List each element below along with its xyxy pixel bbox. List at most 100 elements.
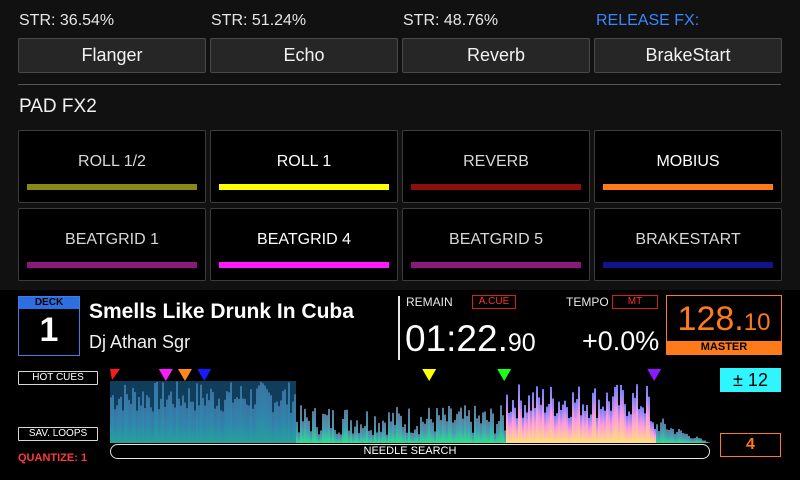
waveform-bar	[554, 415, 556, 443]
hot-cue-marker[interactable]	[422, 369, 437, 381]
waveform-overview[interactable]	[110, 368, 710, 443]
waveform-bar	[656, 424, 658, 443]
waveform-bar	[590, 414, 592, 443]
waveform-bar	[322, 413, 324, 443]
waveform-bar	[382, 420, 384, 443]
waveform-bar	[626, 415, 628, 443]
waveform-bar	[384, 422, 386, 443]
waveform-bar	[616, 384, 618, 443]
key-display[interactable]: ± 12	[720, 368, 781, 392]
waveform-bar	[470, 421, 472, 443]
hot-cue-marker[interactable]	[178, 369, 192, 381]
waveform-bar	[644, 413, 646, 443]
fx-button-flanger[interactable]: Flanger	[18, 38, 206, 73]
waveform-bar	[416, 425, 418, 443]
waveform-bar	[548, 403, 550, 443]
waveform-bar	[488, 421, 490, 443]
quantize-label: QUANTIZE: 1	[18, 452, 88, 464]
pad-label: BEATGRID 4	[257, 231, 351, 248]
waveform-bar	[706, 441, 708, 443]
hot-cues-button[interactable]: HOT CUES	[18, 371, 98, 385]
waveform-bar	[338, 432, 340, 443]
waveform-bar	[670, 428, 672, 443]
waveform-bar	[314, 408, 316, 443]
waveform-bar	[682, 432, 684, 443]
fx-button-echo[interactable]: Echo	[210, 38, 398, 73]
waveform-bar	[582, 404, 584, 443]
pad-color-bar	[411, 262, 581, 268]
waveform-bar	[704, 440, 706, 443]
waveform-bar	[578, 386, 580, 443]
waveform-bar	[398, 413, 400, 443]
master-tempo-badge[interactable]: MT	[612, 295, 658, 309]
waveform-bar	[512, 400, 514, 443]
pad-color-bar	[27, 184, 197, 190]
waveform-bar	[686, 433, 688, 443]
pad-brakestart[interactable]: BRAKESTART	[594, 208, 782, 281]
pad-mobius[interactable]: MOBIUS	[594, 130, 782, 203]
pad-color-bar	[411, 184, 581, 190]
waveform-bar	[452, 422, 454, 443]
waveform-bar	[568, 418, 570, 443]
remaining-time: 01:22.90	[405, 318, 536, 360]
waveform-bar	[666, 429, 668, 443]
waveform-bar	[618, 405, 620, 443]
waveform-bar	[550, 386, 552, 443]
pad-color-bar	[27, 262, 197, 268]
waveform-bar	[348, 430, 350, 443]
fx-button-reverb[interactable]: Reverb	[402, 38, 590, 73]
waveform-bar	[414, 429, 416, 443]
waveform-bar	[518, 384, 520, 443]
release-fx-button[interactable]: BrakeStart	[594, 38, 782, 73]
pad-roll-half[interactable]: ROLL 1/2	[18, 130, 206, 203]
waveform-bar	[524, 404, 526, 443]
hot-cue-marker[interactable]	[497, 369, 512, 381]
waveform-bar	[454, 420, 456, 443]
waveform-bar	[580, 415, 582, 443]
waveform-bar	[674, 433, 676, 443]
waveform-bar	[332, 410, 334, 443]
needle-search-bar[interactable]: NEEDLE SEARCH	[110, 444, 710, 459]
waveform-bar	[698, 438, 700, 443]
time-main: 01:22.	[405, 318, 508, 359]
remain-label: REMAIN	[406, 295, 453, 309]
fx3-strength: STR: 48.76%	[403, 12, 499, 29]
waveform-bar	[544, 412, 546, 443]
waveform-bar	[472, 432, 474, 443]
waveform-bar	[446, 421, 448, 443]
waveform-bar	[564, 400, 566, 443]
waveform-bar	[362, 428, 364, 443]
waveform-bar	[350, 420, 352, 443]
waveform-bar	[474, 405, 476, 443]
waveform-bar	[546, 406, 548, 443]
pad-beatgrid-5[interactable]: BEATGRID 5	[402, 208, 590, 281]
waveform-bar	[438, 415, 440, 443]
pad-roll-1[interactable]: ROLL 1	[210, 130, 398, 203]
loop-length-display[interactable]: 4	[720, 433, 781, 457]
waveform-bar	[678, 428, 680, 443]
waveform-bar	[700, 438, 702, 443]
deck-number: 1	[39, 311, 59, 349]
waveform-bar	[584, 410, 586, 443]
waveform-bar	[636, 384, 638, 443]
waveform-bar	[684, 433, 686, 443]
hot-cue-marker[interactable]	[110, 369, 120, 380]
hot-cue-marker[interactable]	[197, 369, 212, 381]
fx2-strength: STR: 51.24%	[211, 12, 307, 29]
waveform-bar	[406, 432, 408, 443]
waveform-bar	[482, 412, 484, 443]
saved-loops-button[interactable]: SAV. LOOPS	[18, 427, 98, 441]
hot-cue-marker[interactable]	[647, 369, 662, 381]
pad-beatgrid-4[interactable]: BEATGRID 4	[210, 208, 398, 281]
waveform-bar	[334, 429, 336, 443]
waveform-bar	[672, 428, 674, 443]
hot-cue-marker[interactable]	[158, 369, 173, 381]
waveform-bar	[708, 442, 710, 443]
pad-reverb[interactable]: REVERB	[402, 130, 590, 203]
waveform-bar	[426, 418, 428, 443]
bpm-display[interactable]: 128.10 MASTER	[666, 295, 782, 355]
waveform-bar	[642, 407, 644, 443]
waveform-bar	[520, 400, 522, 443]
pad-beatgrid-1[interactable]: BEATGRID 1	[18, 208, 206, 281]
waveform-bar	[702, 440, 704, 443]
